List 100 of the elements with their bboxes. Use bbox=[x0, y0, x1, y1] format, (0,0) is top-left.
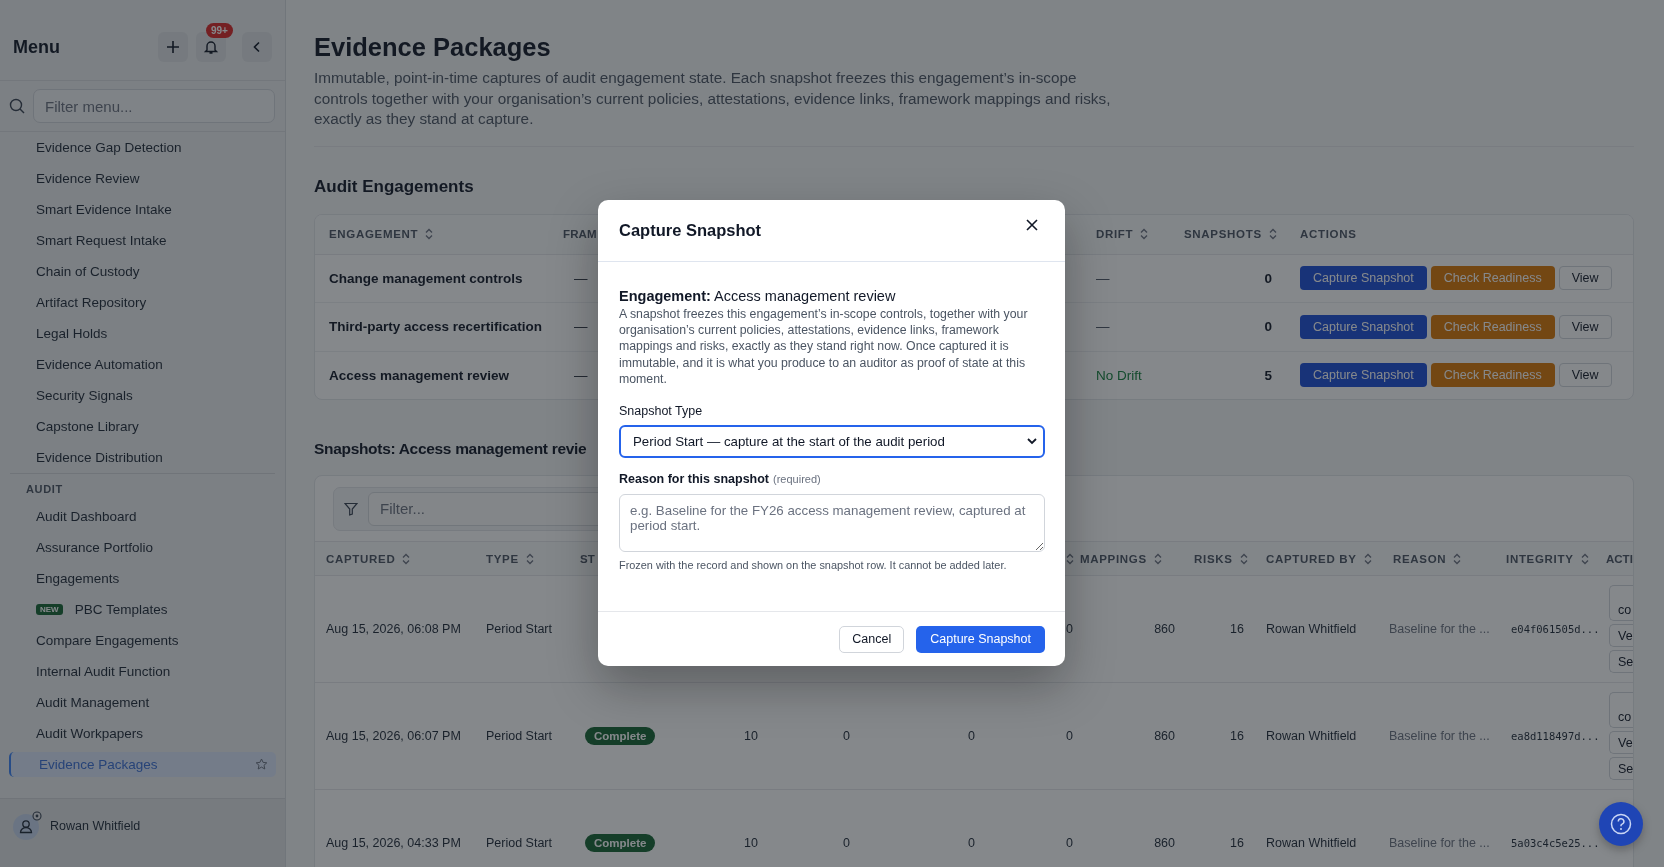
engagement-label: Engagement: Access management review bbox=[619, 287, 897, 306]
table-cell: 16 bbox=[1230, 622, 1244, 636]
action-button[interactable]: co bbox=[1609, 585, 1633, 621]
integrity-hash: e04f061505d... bbox=[1511, 623, 1600, 635]
section-title: Audit Engagements bbox=[314, 175, 474, 198]
modal-title: Capture Snapshot bbox=[619, 221, 762, 240]
menu-title: Menu bbox=[13, 36, 61, 58]
action-button[interactable]: Ve bbox=[1609, 624, 1633, 647]
view-button[interactable]: View bbox=[1558, 266, 1612, 291]
search-icon bbox=[9, 98, 25, 114]
table-cell: — bbox=[574, 270, 588, 286]
column-header: SNAPSHOTS bbox=[1184, 228, 1262, 240]
action-button[interactable]: co bbox=[1609, 692, 1633, 728]
sidebar-item[interactable]: Engagements bbox=[0, 563, 285, 594]
reason-field[interactable]: e.g. Baseline for the FY26 access management review, captured at period start. bbox=[619, 494, 1045, 552]
field-label: Reason for this snapshot bbox=[619, 471, 770, 487]
section-title: Snapshots: Access management revie bbox=[314, 439, 587, 459]
table-cell: 860 bbox=[1154, 836, 1175, 850]
action-button[interactable]: Se bbox=[1609, 757, 1633, 780]
engagement-name: Change management controls bbox=[329, 270, 523, 286]
plus-icon bbox=[166, 40, 180, 54]
sidebar-item[interactable]: Smart Evidence Intake bbox=[0, 194, 285, 225]
column-header: CAPTURED BY bbox=[1266, 552, 1357, 565]
sidebar-item[interactable]: Evidence Gap Detection bbox=[0, 132, 285, 163]
table-cell: 16 bbox=[1230, 729, 1244, 743]
status-badge: Complete bbox=[585, 727, 656, 745]
filter-icon bbox=[344, 501, 358, 516]
action-button[interactable]: Ve bbox=[1609, 731, 1633, 754]
snapshot-count: 0 bbox=[1264, 319, 1272, 335]
table-cell: Aug 15, 2026, 06:08 PM bbox=[326, 622, 461, 636]
engagement-name: Access management review bbox=[329, 367, 510, 383]
sidebar-item[interactable]: Smart Request Intake bbox=[0, 225, 285, 256]
column-header: ACTIONS bbox=[1300, 228, 1357, 240]
table-cell: Baseline for the ... bbox=[1389, 622, 1490, 636]
table-cell: 0 bbox=[968, 729, 975, 743]
table-cell: Rowan Whitfield bbox=[1266, 729, 1357, 743]
sidebar-item[interactable]: NEW PBC Templates bbox=[0, 594, 285, 625]
close-icon bbox=[1026, 219, 1038, 231]
integrity-hash: ea8d118497d... bbox=[1511, 730, 1600, 742]
column-header: ACTI bbox=[1606, 552, 1633, 565]
column-header: FRAM bbox=[563, 228, 597, 240]
table-cell: 16 bbox=[1230, 836, 1244, 850]
capture-snapshot-button[interactable]: Capture Snapshot bbox=[1300, 363, 1427, 388]
sidebar-item[interactable]: Audit Dashboard bbox=[0, 501, 285, 532]
check-readiness-button[interactable]: Check Readiness bbox=[1430, 314, 1555, 339]
view-button[interactable]: View bbox=[1558, 363, 1612, 388]
column-header: CAPTURED bbox=[326, 552, 396, 565]
bell-icon bbox=[203, 39, 219, 55]
table-cell: Period Start bbox=[486, 622, 552, 636]
item-label: PBC Templates bbox=[74, 602, 168, 617]
page-description: Immutable, point-in-time captures of audit engagement state. Each snapshot freezes this engagement’s in-scope controls together with your organisation’s current policies, attestations, evidence links, framework mappings and risks, exactly as they stand at capture. bbox=[314, 68, 1112, 129]
table-cell: Baseline for the ... bbox=[1389, 836, 1490, 850]
sidebar-item[interactable]: Internal Audit Function bbox=[0, 656, 285, 687]
sidebar-item[interactable]: Evidence Automation bbox=[0, 349, 285, 380]
notifications-button[interactable] bbox=[196, 32, 226, 62]
action-button[interactable]: Se bbox=[1609, 650, 1633, 673]
check-readiness-button[interactable]: Check Readiness bbox=[1430, 363, 1555, 388]
table-cell: Period Start bbox=[486, 836, 552, 850]
sidebar-item[interactable]: Audit Workpapers bbox=[0, 718, 285, 749]
table-cell: 0 bbox=[1066, 622, 1073, 636]
add-button[interactable] bbox=[158, 32, 188, 62]
sidebar-item[interactable]: Evidence Packages bbox=[9, 752, 276, 777]
notification-badge: 99+ bbox=[206, 23, 233, 38]
sidebar-item[interactable]: Artifact Repository bbox=[0, 287, 285, 318]
integrity-hash: 5a03c4c5e25... bbox=[1511, 837, 1600, 849]
sidebar-item[interactable]: Audit Management bbox=[0, 687, 285, 718]
sidebar-item[interactable]: Legal Holds bbox=[0, 318, 285, 349]
helper-text: Frozen with the record and shown on the snapshot row. It cannot be added later. bbox=[619, 558, 1008, 573]
section-heading: AUDIT bbox=[25, 482, 64, 497]
user-name: Rowan Whitfield bbox=[50, 818, 141, 833]
cancel-button[interactable]: Cancel bbox=[839, 625, 905, 653]
column-header: REASON bbox=[1393, 552, 1447, 565]
capture-snapshot-button[interactable]: Capture Snapshot bbox=[1300, 314, 1427, 339]
check-readiness-button[interactable]: Check Readiness bbox=[1430, 266, 1555, 291]
sidebar-item[interactable]: Capstone Library bbox=[0, 411, 285, 442]
table-cell: Aug 15, 2026, 04:33 PM bbox=[326, 836, 461, 850]
column-header: ST bbox=[580, 552, 595, 565]
filter-menu-field[interactable]: Filter menu... bbox=[33, 89, 275, 123]
snapshot-type-select[interactable]: Period Start — capture at the start of the audit period bbox=[619, 425, 1045, 458]
status-badge: Complete bbox=[585, 834, 656, 852]
table-cell: 0 bbox=[1066, 729, 1073, 743]
table-cell: 0 bbox=[968, 836, 975, 850]
table-cell: 10 bbox=[744, 729, 758, 743]
sidebar-item[interactable]: Chain of Custody bbox=[0, 256, 285, 287]
chevron-left-icon bbox=[252, 41, 262, 53]
sidebar-item[interactable]: Assurance Portfolio bbox=[0, 532, 285, 563]
modal-description: A snapshot freezes this engagement’s in-scope controls, together with your organisation’s current policies, attestations, evidence links, framework mappings and risks, exactly as they stand right now. Once captured it is immutable, and it is what you produce to an auditor as proof of state at this moment. bbox=[619, 306, 1029, 387]
sidebar-item[interactable]: Compare Engagements bbox=[0, 625, 285, 656]
sidebar-item[interactable]: Evidence Review bbox=[0, 163, 285, 194]
table-cell: — bbox=[574, 367, 588, 383]
table-cell: Rowan Whitfield bbox=[1266, 622, 1357, 636]
capture-snapshot-button[interactable]: Capture Snapshot bbox=[1300, 266, 1427, 291]
column-header: TYPE bbox=[486, 552, 519, 565]
view-button[interactable]: View bbox=[1558, 314, 1612, 339]
sidebar-item[interactable]: Evidence Distribution bbox=[0, 442, 285, 473]
table-cell: 860 bbox=[1154, 622, 1175, 636]
sidebar-item[interactable]: Security Signals bbox=[0, 380, 285, 411]
engagement-name: Third-party access recertification bbox=[329, 319, 543, 335]
star-icon bbox=[255, 758, 268, 771]
capture-snapshot-button[interactable]: Capture Snapshot bbox=[916, 625, 1045, 653]
